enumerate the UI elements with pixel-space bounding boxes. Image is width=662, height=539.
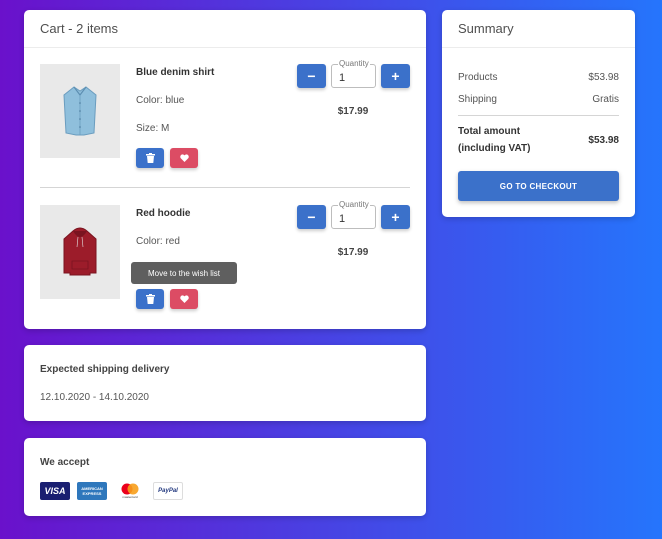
visa-logo: VISA — [40, 482, 70, 500]
shipping-dates: 12.10.2020 - 14.10.2020 — [40, 392, 149, 403]
quantity-field[interactable]: Quantity — [331, 59, 376, 88]
total-label: Total amount (including VAT) — [458, 123, 530, 157]
mastercard-circles-icon — [121, 483, 139, 495]
item-color: Color: red — [136, 236, 180, 247]
cart-card: Cart - 2 items Blue denim shirt Color: b… — [24, 10, 426, 329]
shipping-card: Expected shipping delivery 12.10.2020 - … — [24, 345, 426, 421]
products-row: Products $53.98 — [458, 72, 619, 83]
mastercard-text: mastercard — [122, 495, 138, 499]
wishlist-button[interactable] — [170, 148, 198, 168]
wishlist-button[interactable] — [170, 289, 198, 309]
total-value: $53.98 — [588, 134, 619, 146]
wishlist-tooltip: Move to the wish list — [131, 262, 237, 284]
shirt-icon — [63, 86, 97, 136]
shipping-value: Gratis — [592, 94, 619, 105]
cart-title: Cart - 2 items — [24, 10, 426, 48]
paypal-logo: PayPal — [153, 482, 183, 500]
shipping-title: Expected shipping delivery — [40, 364, 170, 375]
summary-card: Summary Products $53.98 Shipping Gratis … — [442, 10, 635, 217]
increase-quantity-button[interactable]: + — [381, 64, 410, 88]
checkout-button[interactable]: GO TO CHECKOUT — [458, 171, 619, 201]
payments-title: We accept — [40, 457, 90, 468]
item-color: Color: blue — [136, 95, 185, 106]
summary-divider — [458, 115, 619, 116]
products-label: Products — [458, 72, 498, 83]
mastercard-logo: mastercard — [115, 482, 145, 500]
shipping-row: Shipping Gratis — [458, 94, 619, 105]
total-label-line1: Total amount — [458, 126, 521, 137]
total-label-line2: (including VAT) — [458, 143, 531, 154]
heart-icon — [179, 154, 189, 162]
remove-item-button[interactable] — [136, 148, 164, 168]
item-name: Blue denim shirt — [136, 67, 215, 78]
quantity-field[interactable]: Quantity — [331, 200, 376, 229]
trash-icon — [145, 294, 155, 304]
total-row: Total amount (including VAT) $53.98 — [458, 123, 619, 157]
heart-icon — [179, 295, 189, 303]
remove-item-button[interactable] — [136, 289, 164, 309]
item-price: $17.99 — [337, 247, 369, 258]
shipping-label: Shipping — [458, 94, 497, 105]
product-image-shirt[interactable] — [40, 64, 120, 158]
cart-item: Red hoodie Color: red − Quantity + $17.9… — [40, 200, 410, 315]
item-size: Size: M — [136, 123, 170, 134]
summary-title: Summary — [442, 10, 635, 48]
increase-quantity-button[interactable]: + — [381, 205, 410, 229]
cart-item: Blue denim shirt Color: blue Size: M − Q… — [40, 59, 410, 174]
item-divider — [40, 187, 410, 188]
hoodie-icon — [63, 227, 97, 276]
product-image-hoodie[interactable] — [40, 205, 120, 299]
item-price: $17.99 — [337, 106, 369, 117]
quantity-label: Quantity — [338, 59, 370, 69]
payments-card: We accept VISA AMERICAN EXPRESS masterca… — [24, 438, 426, 516]
trash-icon — [145, 153, 155, 163]
products-value: $53.98 — [588, 72, 619, 83]
item-name: Red hoodie — [136, 208, 191, 219]
decrease-quantity-button[interactable]: − — [297, 64, 326, 88]
quantity-label: Quantity — [338, 200, 370, 210]
amex-logo: AMERICAN EXPRESS — [77, 482, 107, 500]
decrease-quantity-button[interactable]: − — [297, 205, 326, 229]
